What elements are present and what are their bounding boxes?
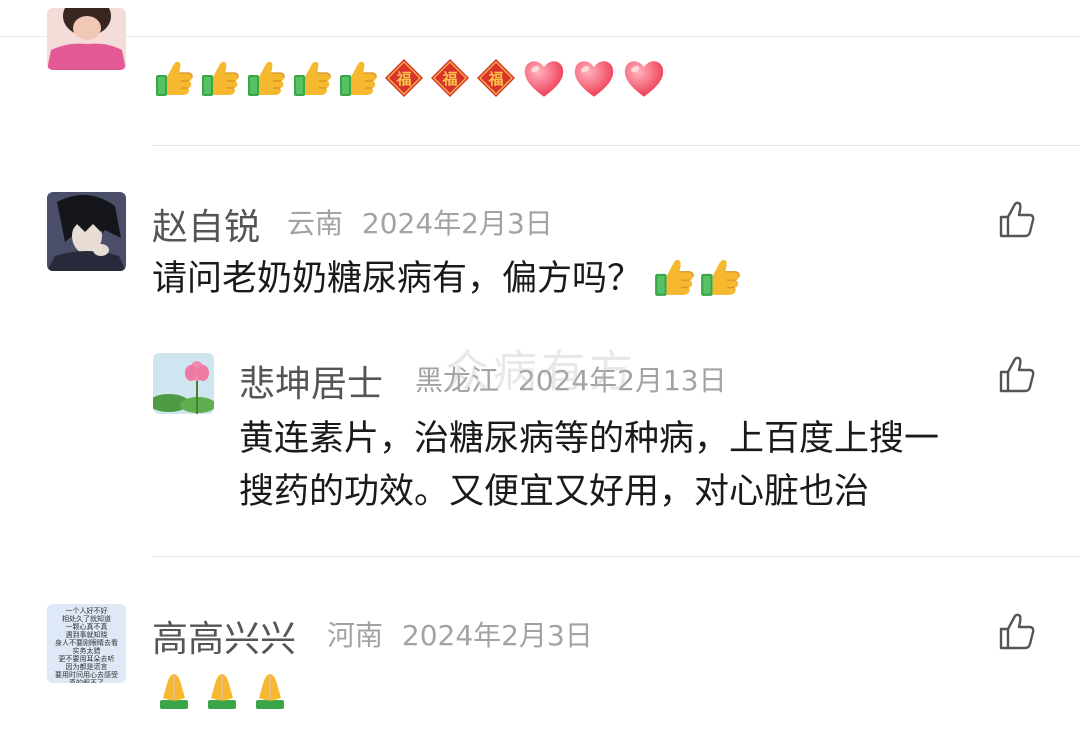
thumbs-up-icon — [200, 58, 240, 98]
avatar-poem-line: 要用时间用心去感受 — [55, 671, 118, 679]
avatar-poem-line: 一颗心真不真 — [65, 623, 108, 631]
avatar-poem-line: 因为都是谎言 — [65, 663, 108, 671]
avatar[interactable]: 一个人好不好 相处久了就知道 一颗心真不真 遇到事就知晓 身人不要刚眼睛去看 实务太猎 更不… — [47, 604, 126, 683]
avatar-poem-line: 一个人好不好 — [65, 607, 108, 615]
like-icon[interactable] — [997, 612, 1037, 652]
reply-commenter-name[interactable]: 悲坤居士 — [239, 355, 383, 407]
reply-avatar[interactable] — [153, 353, 214, 414]
thumbs-up-icon — [292, 58, 332, 98]
comment-divider — [152, 556, 1080, 557]
praying-hands-icon — [250, 670, 290, 710]
avatar-poem-line: 真的假不了 — [69, 679, 104, 683]
commenter-name[interactable]: 赵自锐 — [152, 198, 260, 250]
like-icon[interactable] — [997, 200, 1037, 240]
commenter-name[interactable]: 高高兴兴 — [152, 610, 296, 662]
thumbs-up-icon — [338, 58, 378, 98]
fu-blessing-icon — [476, 58, 516, 98]
avatar-poem-line: 相处久了就知道 — [62, 615, 111, 623]
comment-location: 云南 — [287, 207, 344, 240]
heart-icon — [572, 56, 616, 100]
thumbs-up-icon — [699, 256, 741, 298]
reply-location: 黑龙江 — [415, 364, 500, 397]
heart-icon — [622, 56, 666, 100]
like-icon[interactable] — [997, 355, 1037, 395]
avatar[interactable] — [47, 8, 126, 70]
avatar-poem-image: 一个人好不好 相处久了就知道 一颗心真不真 遇到事就知晓 身人不要刚眼睛去看 实务太猎 更不… — [47, 604, 126, 683]
comment-date: 2024年2月3日 — [401, 619, 593, 652]
comment-meta: 河南 2024年2月3日 — [327, 614, 593, 654]
thumbs-up-icon — [653, 256, 695, 298]
reply-text-line: 搜药的功效。又便宜又好用，对心脏也治 — [239, 472, 870, 512]
avatar-poem-line: 遇到事就知晓 — [65, 631, 108, 639]
reply-text: 黄连素片，治糖尿病等的种病，上百度上搜一 搜药的功效。又便宜又好用，对心脏也治 — [239, 413, 1059, 519]
reply-date: 2024年2月13日 — [517, 364, 727, 397]
heart-icon — [522, 56, 566, 100]
avatar-poem-line: 身人不要刚眼睛去看 — [55, 639, 118, 647]
praying-hands-icon — [154, 670, 194, 710]
comment-meta: 云南 2024年2月3日 — [287, 202, 553, 242]
avatar-poem-line: 实务太猎 — [72, 647, 101, 655]
comment-divider — [152, 145, 1080, 146]
comment-emoji-text — [154, 670, 290, 710]
thumbs-up-icon — [154, 58, 194, 98]
top-divider — [0, 36, 1080, 37]
reply-text-line: 黄连素片，治糖尿病等的种病，上百度上搜一 — [239, 419, 940, 459]
thumbs-up-icon — [246, 58, 286, 98]
comment-location: 河南 — [327, 619, 384, 652]
fu-blessing-icon — [430, 58, 470, 98]
avatar[interactable] — [47, 192, 126, 271]
reply-meta: 黑龙江 2024年2月13日 — [415, 359, 727, 399]
comment-emoji-text — [154, 56, 666, 100]
fu-blessing-icon — [384, 58, 424, 98]
avatar-poem-line: 更不要用耳朵去听 — [58, 655, 115, 663]
praying-hands-icon — [202, 670, 242, 710]
comment-date: 2024年2月3日 — [361, 207, 553, 240]
comment-text: 请问老奶奶糖尿病有，偏方吗？ — [152, 253, 741, 306]
